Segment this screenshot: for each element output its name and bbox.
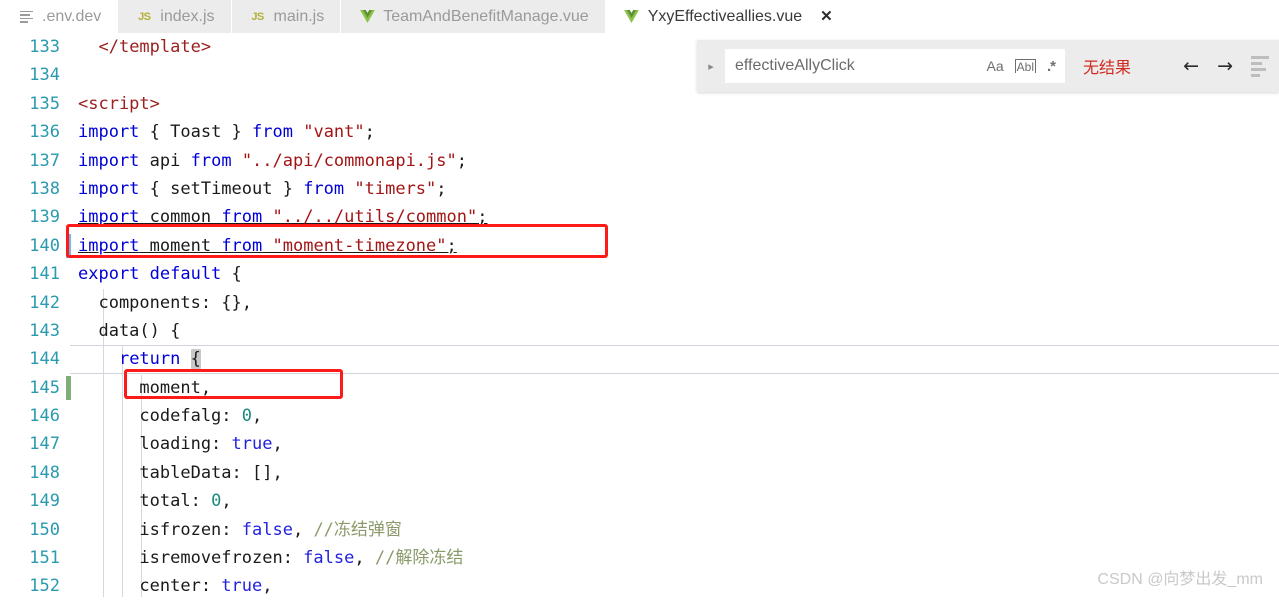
search-options[interactable]: Aa Abl .* (987, 59, 1059, 74)
line-number: 150 (0, 516, 60, 544)
close-tab-icon[interactable]: ✕ (820, 9, 833, 24)
editor-tab-env-dev[interactable]: .env.dev (0, 0, 118, 33)
line-number: 134 (0, 61, 60, 89)
line-number: 144 (0, 345, 60, 373)
line-number: 147 (0, 430, 60, 458)
code-line[interactable]: 146 codefalg: 0, (0, 402, 1279, 430)
code-lines: 133 </template>134135<script>136import {… (0, 33, 1279, 601)
match-case-icon[interactable]: Aa (987, 59, 1004, 73)
find-in-file-panel[interactable]: ▸ effectiveAllyClick Aa Abl .* 无结果 ← → (697, 40, 1279, 92)
code-line[interactable]: 147 loading: true, (0, 430, 1279, 458)
line-number: 140 (0, 232, 60, 260)
editor-tab-main-js[interactable]: JS main.js (232, 0, 342, 33)
vue-file-icon (359, 9, 375, 25)
code-line[interactable]: 140import moment from "moment-timezone"; (0, 232, 1279, 260)
editor-tab-label: TeamAndBenefitManage.vue (383, 9, 588, 25)
code-line[interactable]: 135<script> (0, 90, 1279, 118)
code-line[interactable]: 148 tableData: [], (0, 459, 1279, 487)
expand-search-toggle-icon[interactable]: ▸ (697, 60, 725, 73)
line-number: 145 (0, 374, 60, 402)
search-actions[interactable]: ← → (1183, 56, 1279, 77)
code-line[interactable]: 144 return { (0, 345, 1279, 373)
whole-words-icon[interactable]: Abl (1015, 59, 1036, 73)
line-number: 146 (0, 402, 60, 430)
next-match-icon[interactable]: → (1217, 57, 1233, 76)
code-text: tableData: [], (60, 459, 1279, 487)
code-line[interactable]: 141export default { (0, 260, 1279, 288)
regex-icon[interactable]: .* (1047, 59, 1055, 74)
vcs-change-marker-modified (66, 234, 71, 258)
code-text: moment, (60, 374, 1279, 402)
code-text: import { setTimeout } from "timers"; (60, 175, 1279, 203)
line-number: 135 (0, 90, 60, 118)
vue-file-icon (624, 9, 640, 25)
line-number: 142 (0, 289, 60, 317)
editor-tab-teamandbenefitmanage-vue[interactable]: TeamAndBenefitManage.vue (341, 0, 605, 33)
editor-tab-bar: .env.dev JS index.js JS main.js TeamAndBenefi… (0, 0, 1279, 33)
code-text: total: 0, (60, 487, 1279, 515)
code-line[interactable]: 142 components: {}, (0, 289, 1279, 317)
code-line[interactable]: 150 isfrozen: false, //冻结弹窗 (0, 516, 1279, 544)
code-text: import { Toast } from "vant"; (60, 118, 1279, 146)
code-line[interactable]: 143 data() { (0, 317, 1279, 345)
code-line[interactable]: 137import api from "../api/commonapi.js"… (0, 147, 1279, 175)
code-text: components: {}, (60, 289, 1279, 317)
editor-tab-yxyeffectiveallies-vue[interactable]: YxyEffectiveallies.vue ✕ (606, 0, 844, 33)
line-number: 149 (0, 487, 60, 515)
code-line[interactable]: 145 moment, (0, 374, 1279, 402)
code-line[interactable]: 139import common from "../../utils/commo… (0, 203, 1279, 231)
filter-results-icon[interactable] (1251, 56, 1269, 77)
line-number: 141 (0, 260, 60, 288)
search-input-wrapper[interactable]: effectiveAllyClick Aa Abl .* (725, 49, 1065, 83)
editor-tab-label: index.js (160, 9, 214, 25)
editor-tab-label: .env.dev (42, 9, 101, 25)
search-input[interactable]: effectiveAllyClick (735, 57, 987, 75)
code-line[interactable]: 136import { Toast } from "vant"; (0, 118, 1279, 146)
vcs-change-marker-added (66, 376, 71, 400)
previous-match-icon[interactable]: ← (1183, 57, 1199, 76)
line-number: 148 (0, 459, 60, 487)
code-editor[interactable]: 133 </template>134135<script>136import {… (0, 33, 1279, 597)
line-number: 151 (0, 544, 60, 572)
line-number: 133 (0, 33, 60, 61)
code-text: import api from "../api/commonapi.js"; (60, 147, 1279, 175)
search-result-status: 无结果 (1083, 54, 1131, 78)
code-line[interactable]: 151 isremovefrozen: false, //解除冻结 (0, 544, 1279, 572)
editor-tab-index-js[interactable]: JS index.js (118, 0, 231, 33)
code-text: import common from "../../utils/common"; (60, 203, 1279, 231)
line-number: 143 (0, 317, 60, 345)
line-number: 137 (0, 147, 60, 175)
code-line[interactable]: 138import { setTimeout } from "timers"; (0, 175, 1279, 203)
code-text: data() { (60, 317, 1279, 345)
editor-tab-label: main.js (274, 9, 325, 25)
file-lines-icon (18, 9, 34, 25)
line-number: 136 (0, 118, 60, 146)
editor-tab-label: YxyEffectiveallies.vue (648, 9, 802, 25)
code-text: export default { (60, 260, 1279, 288)
line-number: 138 (0, 175, 60, 203)
js-file-icon: JS (250, 9, 266, 25)
code-text: import moment from "moment-timezone"; (60, 232, 1279, 260)
code-text: loading: true, (60, 430, 1279, 458)
code-text: <script> (60, 90, 1279, 118)
code-line[interactable]: 149 total: 0, (0, 487, 1279, 515)
js-file-icon: JS (136, 9, 152, 25)
code-text: codefalg: 0, (60, 402, 1279, 430)
code-text: isfrozen: false, //冻结弹窗 (60, 516, 1279, 544)
watermark: CSDN @向梦出发_mm (1097, 565, 1263, 589)
line-number: 139 (0, 203, 60, 231)
code-text: return { (60, 345, 1279, 373)
code-text: isremovefrozen: false, //解除冻结 (60, 544, 1279, 572)
